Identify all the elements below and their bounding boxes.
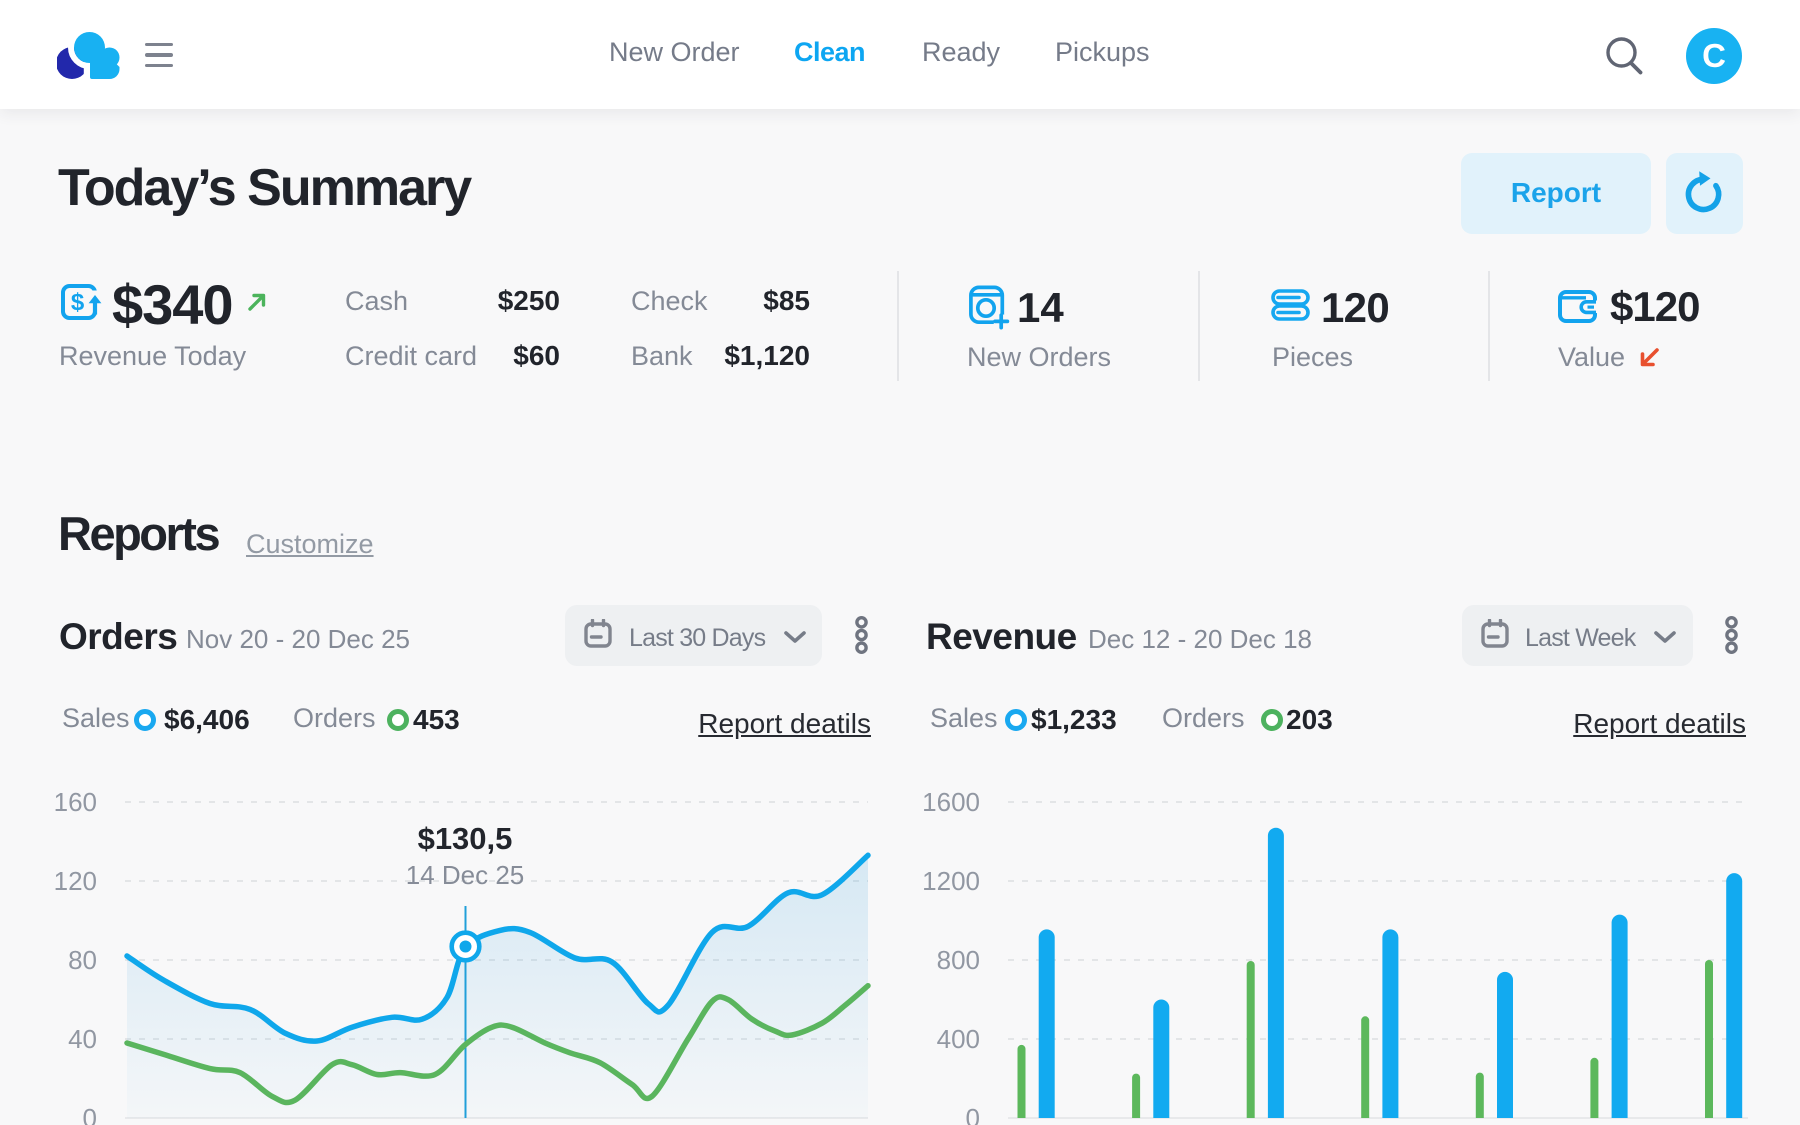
- svg-text:$130,5: $130,5: [418, 821, 513, 856]
- svg-text:80: 80: [68, 945, 97, 975]
- svg-text:1200: 1200: [922, 866, 980, 896]
- svg-text:120: 120: [54, 866, 97, 896]
- svg-text:40: 40: [68, 1024, 97, 1054]
- svg-text:160: 160: [54, 787, 97, 817]
- svg-text:800: 800: [937, 945, 980, 975]
- svg-text:0: 0: [966, 1103, 980, 1125]
- svg-text:400: 400: [937, 1024, 980, 1054]
- svg-text:14 Dec 25: 14 Dec 25: [406, 860, 525, 890]
- svg-text:1600: 1600: [922, 787, 980, 817]
- svg-text:0: 0: [83, 1103, 97, 1125]
